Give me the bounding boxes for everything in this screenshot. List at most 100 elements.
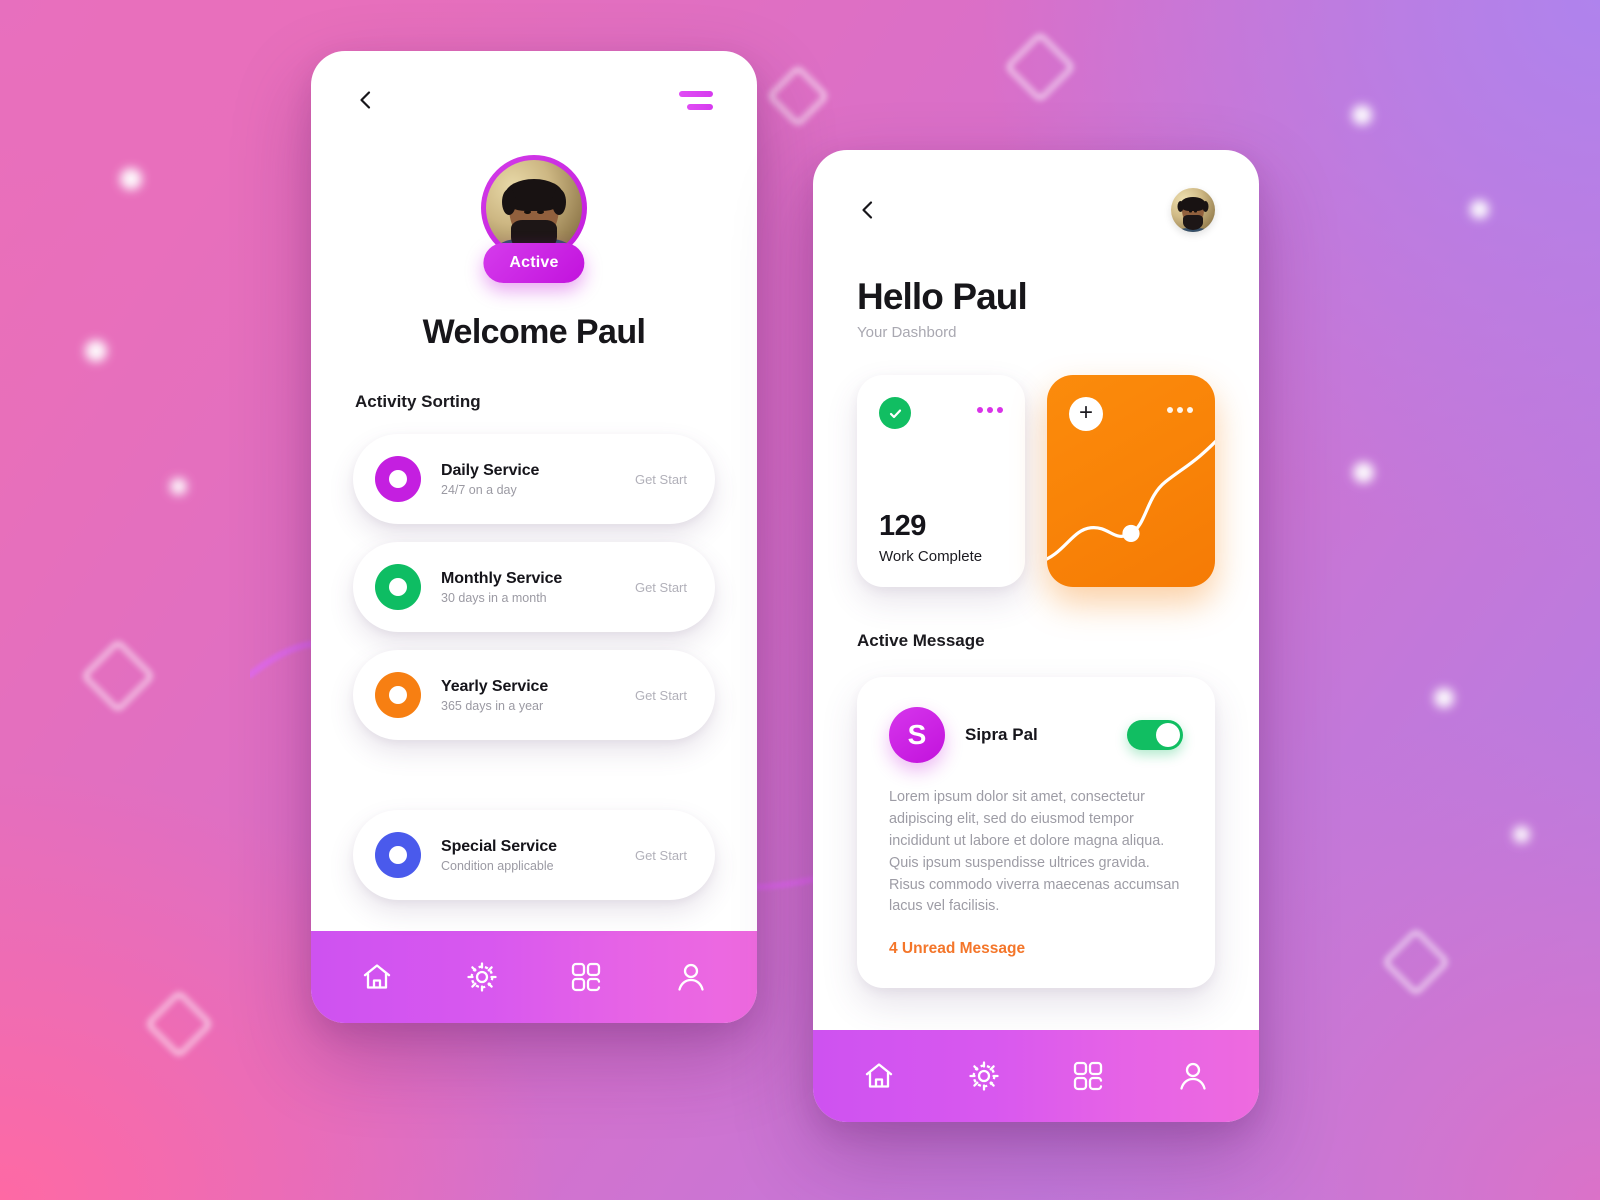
header-avatar[interactable] [1171, 188, 1215, 232]
user-icon [673, 959, 709, 995]
diamond-shape [1004, 31, 1076, 103]
service-subtitle: 24/7 on a day [441, 482, 517, 497]
hamburger-menu-icon[interactable] [679, 90, 713, 110]
service-color-icon [375, 456, 421, 502]
service-subtitle: 30 days in a month [441, 590, 547, 605]
tab-profile[interactable] [1161, 1044, 1225, 1108]
user-icon [1175, 1058, 1211, 1094]
diamond-shape [81, 639, 155, 713]
menu-bar-top [679, 90, 713, 97]
diamond-shape [145, 990, 213, 1058]
get-start-link[interactable]: Get Start [635, 848, 687, 863]
grid-icon [1071, 1059, 1105, 1093]
service-color-icon [375, 832, 421, 878]
greeting-title: Hello Paul [857, 276, 1028, 317]
glow-dot [170, 478, 187, 495]
activity-sorting-label: Activity Sorting [355, 392, 481, 411]
gear-icon [464, 959, 500, 995]
avatar-eye-left [1188, 210, 1192, 213]
service-title: Daily Service [441, 461, 540, 479]
get-start-link[interactable]: Get Start [635, 472, 687, 487]
service-subtitle: 365 days in a year [441, 698, 544, 713]
avatar-beard [1183, 215, 1203, 231]
gear-icon [966, 1058, 1002, 1094]
stat-card-body: 129 Work Complete [879, 510, 1003, 566]
background-decoration [0, 0, 1600, 1200]
message-header: S Sipra Pal [889, 707, 1183, 763]
glow-dot [1353, 462, 1374, 483]
glow-dot [1352, 105, 1372, 125]
sender-avatar[interactable]: S [889, 707, 945, 763]
right-topbar [813, 150, 1259, 232]
service-text: Monthly Service 30 days in a month [441, 570, 635, 605]
back-button-left[interactable] [355, 89, 377, 111]
glow-dot [1470, 200, 1489, 219]
page-title: Welcome Paul [422, 313, 646, 351]
stat-card-header: + [1069, 397, 1193, 431]
more-options-icon[interactable] [1167, 407, 1193, 413]
sender-name: Sipra Pal [965, 725, 1038, 744]
service-subtitle: Condition applicable [441, 858, 554, 873]
avatar-eye-right [1194, 210, 1198, 213]
service-text: Special Service Condition applicable [441, 838, 635, 873]
message-toggle[interactable] [1127, 720, 1183, 750]
active-message-card: S Sipra Pal Lorem ipsum dolor sit amet, … [857, 677, 1215, 989]
check-icon [879, 397, 911, 429]
service-item-daily[interactable]: Daily Service 24/7 on a day Get Start [353, 434, 715, 524]
glow-dot [1513, 826, 1530, 843]
service-title: Monthly Service [441, 569, 563, 587]
get-start-link[interactable]: Get Start [635, 688, 687, 703]
tab-apps[interactable] [554, 945, 618, 1009]
tab-settings[interactable] [450, 945, 514, 1009]
stat-card-row: 129 Work Complete + [857, 375, 1215, 587]
diamond-shape [1382, 928, 1450, 996]
stat-card-header [879, 397, 1003, 429]
right-bottom-nav [813, 1030, 1259, 1122]
back-button-right[interactable] [857, 199, 879, 221]
greeting-subtitle: Your Dashbord [857, 324, 957, 341]
home-icon [359, 959, 395, 995]
unread-message-link[interactable]: 4 Unread Message [889, 940, 1183, 958]
left-screen: Active Welcome Paul Activity Sorting Dai… [311, 51, 757, 1023]
service-list: Daily Service 24/7 on a day Get Start Mo… [311, 434, 757, 918]
service-item-yearly[interactable]: Yearly Service 365 days in a year Get St… [353, 650, 715, 740]
service-title: Special Service [441, 837, 557, 855]
stat-card-work-complete[interactable]: 129 Work Complete [857, 375, 1025, 587]
message-body: Lorem ipsum dolor sit amet, consectetur … [889, 789, 1180, 915]
menu-bar-bottom [687, 103, 713, 110]
home-icon [861, 1058, 897, 1094]
grid-icon [569, 960, 603, 994]
right-screen: Hello Paul Your Dashbord 129 Work Comple… [813, 150, 1259, 1122]
tab-profile[interactable] [659, 945, 723, 1009]
phone-right-dashboard: Hello Paul Your Dashbord 129 Work Comple… [813, 150, 1259, 1122]
phone-left-profile: Active Welcome Paul Activity Sorting Dai… [311, 51, 757, 1023]
stat-card-trend-chart[interactable]: + [1047, 375, 1215, 587]
service-item-special[interactable]: Special Service Condition applicable Get… [353, 810, 715, 900]
service-item-monthly[interactable]: Monthly Service 30 days in a month Get S… [353, 542, 715, 632]
active-message-label: Active Message [857, 631, 985, 650]
get-start-link[interactable]: Get Start [635, 580, 687, 595]
service-text: Daily Service 24/7 on a day [441, 462, 635, 497]
service-color-icon [375, 564, 421, 610]
avatar-hair [1177, 196, 1209, 212]
service-title: Yearly Service [441, 677, 549, 695]
stat-caption: Work Complete [879, 548, 983, 565]
glow-dot [120, 168, 142, 190]
left-bottom-nav [311, 931, 757, 1023]
glow-dot [1434, 688, 1454, 708]
left-topbar [311, 51, 757, 111]
tab-home[interactable] [847, 1044, 911, 1108]
avatar[interactable] [486, 160, 582, 256]
avatar-hair [502, 179, 566, 216]
stat-value: 129 [879, 510, 926, 542]
tab-settings[interactable] [952, 1044, 1016, 1108]
tab-apps[interactable] [1056, 1044, 1120, 1108]
status-badge[interactable]: Active [483, 243, 585, 283]
diamond-shape [766, 64, 830, 128]
service-text: Yearly Service 365 days in a year [441, 678, 635, 713]
service-color-icon [375, 672, 421, 718]
profile-avatar-wrap: Active [481, 155, 587, 283]
plus-icon[interactable]: + [1069, 397, 1103, 431]
more-options-icon[interactable] [977, 407, 1003, 413]
tab-home[interactable] [345, 945, 409, 1009]
